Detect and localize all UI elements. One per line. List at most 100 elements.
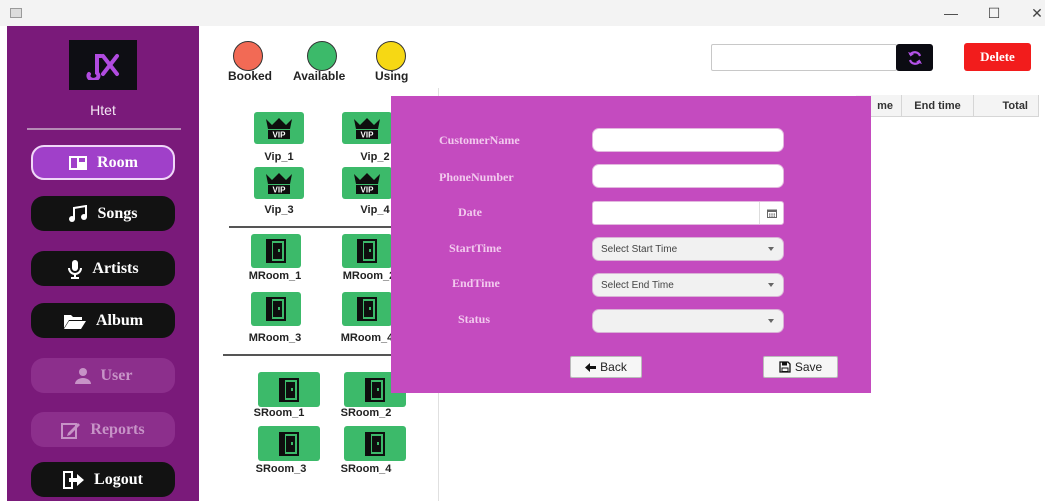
sidebar-item-label: Songs xyxy=(97,204,138,222)
title-bar: — ☐ ✕ xyxy=(0,0,1045,26)
room-label: MRoom_1 xyxy=(248,270,302,282)
phone-number-label: PhoneNumber xyxy=(439,170,514,184)
room-vip-3[interactable]: VIP xyxy=(254,167,304,199)
refresh-icon xyxy=(907,50,922,65)
sidebar-item-songs[interactable]: Songs xyxy=(31,196,175,231)
phone-number-field[interactable] xyxy=(592,164,784,188)
maximize-button[interactable]: ☐ xyxy=(979,2,1009,24)
vip-crown-icon: VIP xyxy=(266,173,292,195)
booked-indicator xyxy=(233,41,263,71)
user-name: Htet xyxy=(90,102,116,118)
start-time-select[interactable]: Select Start Time xyxy=(592,237,784,261)
svg-text:VIP: VIP xyxy=(273,186,287,195)
room-label: SRoom_2 xyxy=(340,407,392,419)
room-label: SRoom_3 xyxy=(255,463,307,475)
legend-label-booked: Booked xyxy=(228,69,273,83)
svg-text:VIP: VIP xyxy=(361,131,375,140)
customer-name-label: CustomerName xyxy=(439,133,520,147)
column-header-total[interactable]: Total xyxy=(974,95,1039,117)
sidebar-item-label: Artists xyxy=(92,259,139,277)
sidebar-divider xyxy=(27,128,181,130)
sidebar-item-album[interactable]: Album xyxy=(31,303,175,338)
logout-icon xyxy=(63,470,85,489)
app-logo xyxy=(69,40,137,90)
room-mroom-2[interactable] xyxy=(342,234,392,268)
room-label: Vip_3 xyxy=(264,204,294,216)
date-picker[interactable] xyxy=(592,201,784,225)
door-icon xyxy=(357,239,377,263)
music-note-icon xyxy=(86,54,119,80)
using-indicator xyxy=(376,41,406,71)
room-label: MRoom_3 xyxy=(248,332,302,344)
end-time-label: EndTime xyxy=(452,276,500,290)
status-select[interactable] xyxy=(592,309,784,333)
folder-open-icon xyxy=(63,314,86,329)
room-sroom-4[interactable] xyxy=(344,426,406,461)
delete-button[interactable]: Delete xyxy=(964,43,1031,71)
sidebar-item-label: User xyxy=(100,366,133,384)
room-icon xyxy=(69,155,88,170)
legend-label-using: Using xyxy=(375,69,409,83)
date-label: Date xyxy=(458,205,482,219)
save-button-label: Save xyxy=(794,360,823,374)
status-label: Status xyxy=(458,312,491,326)
sidebar-item-artists[interactable]: Artists xyxy=(31,251,175,286)
sidebar-item-user[interactable]: User xyxy=(31,358,175,393)
room-sroom-1[interactable] xyxy=(258,372,320,407)
user-icon xyxy=(74,367,91,384)
sidebar-item-reports[interactable]: Reports xyxy=(31,412,175,447)
door-icon xyxy=(279,377,299,402)
room-label: SRoom_4 xyxy=(340,463,392,475)
door-icon xyxy=(266,239,286,263)
search-input[interactable] xyxy=(711,44,897,71)
back-button[interactable]: Back xyxy=(570,356,642,378)
vip-crown-icon: VIP xyxy=(354,173,380,195)
room-label: Vip_1 xyxy=(264,151,294,163)
sidebar: Htet Room Songs Artists Album User Repor… xyxy=(7,26,199,501)
door-icon xyxy=(279,431,299,456)
available-indicator xyxy=(307,41,337,71)
app-icon xyxy=(10,8,22,18)
room-sroom-3[interactable] xyxy=(258,426,320,461)
column-header-end-time[interactable]: End time xyxy=(902,95,974,117)
close-button[interactable]: ✕ xyxy=(1022,2,1045,24)
svg-text:VIP: VIP xyxy=(273,131,287,140)
chevron-down-icon xyxy=(768,247,774,251)
back-button-label: Back xyxy=(600,360,627,374)
arrow-left-icon xyxy=(585,362,597,372)
sidebar-item-label: Reports xyxy=(90,420,145,438)
calendar-button[interactable] xyxy=(759,202,783,224)
sidebar-item-logout[interactable]: Logout xyxy=(31,462,175,497)
booking-dialog: CustomerName PhoneNumber Date StartTime … xyxy=(391,96,871,393)
room-mroom-4[interactable] xyxy=(342,292,392,326)
minimize-button[interactable]: — xyxy=(936,2,966,24)
door-icon xyxy=(365,431,385,456)
calendar-icon xyxy=(766,209,777,218)
end-time-select[interactable]: Select End Time xyxy=(592,273,784,297)
chevron-down-icon xyxy=(768,319,774,323)
room-label: SRoom_1 xyxy=(253,407,305,419)
sidebar-item-label: Album xyxy=(95,311,144,329)
room-group-divider xyxy=(223,354,391,356)
vip-crown-icon: VIP xyxy=(354,118,380,140)
start-time-placeholder: Select Start Time xyxy=(601,243,678,255)
sidebar-item-label: Logout xyxy=(94,470,143,488)
end-time-placeholder: Select End Time xyxy=(601,279,674,291)
room-vip-2[interactable]: VIP xyxy=(342,112,392,144)
room-group-divider xyxy=(229,226,391,228)
music-icon xyxy=(69,204,88,222)
customer-name-field[interactable] xyxy=(592,128,784,152)
refresh-button[interactable] xyxy=(896,44,933,71)
floppy-disk-icon xyxy=(779,361,791,373)
room-vip-4[interactable]: VIP xyxy=(342,167,392,199)
edit-icon xyxy=(61,422,81,439)
save-button[interactable]: Save xyxy=(763,356,838,378)
room-vip-1[interactable]: VIP xyxy=(254,112,304,144)
microphone-icon xyxy=(68,259,83,279)
sidebar-item-room[interactable]: Room xyxy=(31,145,175,180)
room-mroom-3[interactable] xyxy=(251,292,301,326)
vip-crown-icon: VIP xyxy=(266,118,292,140)
svg-text:VIP: VIP xyxy=(361,186,375,195)
legend-label-available: Available xyxy=(293,69,346,83)
room-mroom-1[interactable] xyxy=(251,234,301,268)
